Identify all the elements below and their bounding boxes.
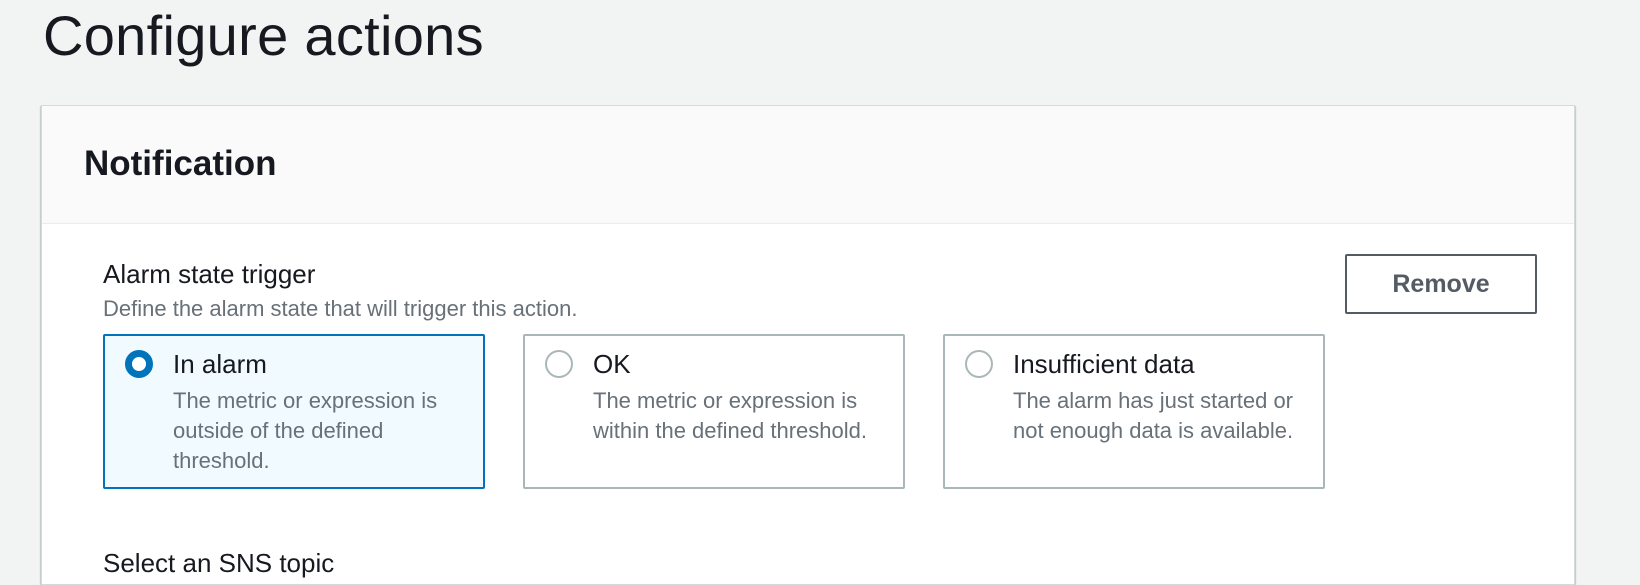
radio-tile-in-alarm[interactable]: In alarm The metric or expression is out… (103, 334, 485, 489)
page-title: Configure actions (43, 4, 484, 67)
sns-topic-label: Select an SNS topic (103, 548, 335, 578)
radio-unchecked-icon[interactable] (545, 350, 573, 378)
radio-checked-icon[interactable] (125, 350, 153, 378)
notification-card: Notification Alarm state trigger Define … (41, 105, 1575, 585)
radio-tile-label: Insufficient data (1013, 349, 1195, 379)
radio-tile-ok[interactable]: OK The metric or expression is within th… (523, 334, 905, 489)
remove-button[interactable]: Remove (1345, 254, 1537, 314)
radio-tile-label: In alarm (173, 349, 267, 379)
radio-tile-insufficient-data[interactable]: Insufficient data The alarm has just sta… (943, 334, 1325, 489)
radio-unchecked-icon[interactable] (965, 350, 993, 378)
alarm-state-trigger-description: Define the alarm state that will trigger… (103, 296, 578, 321)
notification-title: Notification (84, 144, 277, 183)
radio-tile-description: The metric or expression is within the d… (593, 388, 867, 443)
alarm-state-trigger-label: Alarm state trigger (103, 259, 316, 289)
radio-tile-description: The metric or expression is outside of t… (173, 388, 438, 473)
notification-card-header: Notification (42, 106, 1574, 224)
radio-tile-description: The alarm has just started or not enough… (1013, 388, 1294, 443)
radio-tile-label: OK (593, 349, 631, 379)
